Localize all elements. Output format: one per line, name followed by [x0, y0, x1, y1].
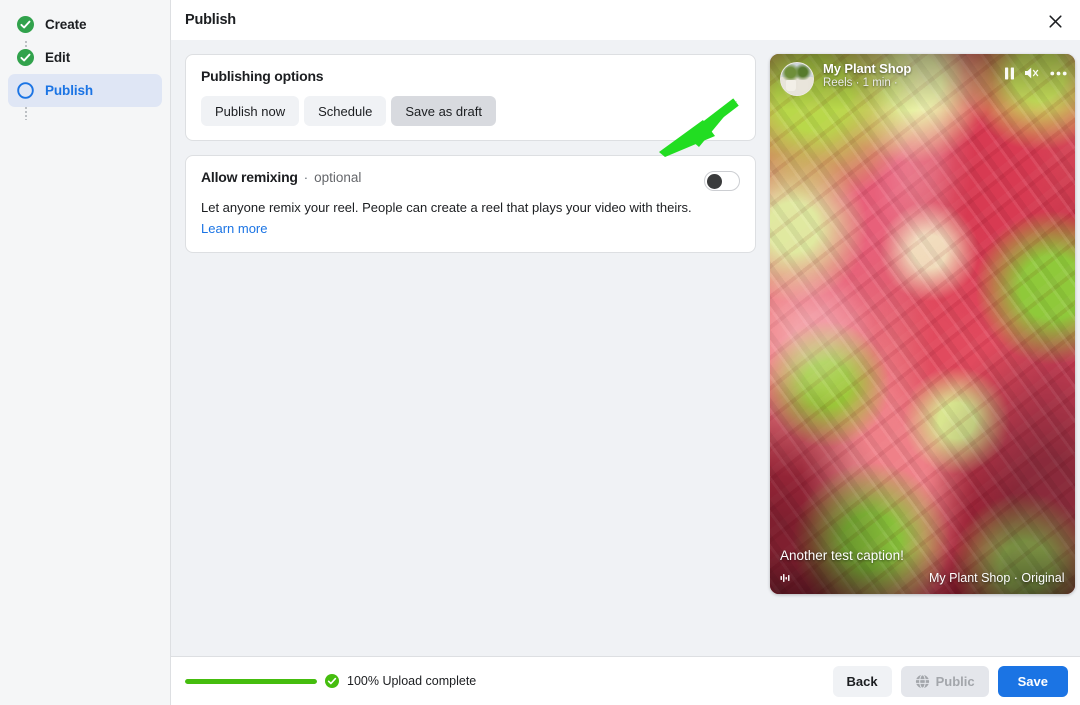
- pause-icon[interactable]: [1004, 67, 1015, 80]
- settings-column: Publishing options Publish now Schedule …: [185, 54, 756, 656]
- step-connector-icon: [25, 107, 27, 120]
- progress-bar-track: [185, 678, 317, 684]
- globe-icon: [915, 673, 930, 689]
- main-panel: Publish Publishing options Publish now S…: [171, 0, 1080, 705]
- page-title: Publish: [185, 12, 236, 28]
- sidebar-item-label: Create: [45, 17, 87, 32]
- audio-ticker-text: My Plant Shop · Original audio: [929, 571, 1065, 585]
- upload-status-text: 100% Upload complete: [347, 674, 477, 688]
- allow-remixing-description: Let anyone remix your reel. People can c…: [201, 200, 692, 215]
- volume-muted-icon[interactable]: [1024, 66, 1041, 80]
- avatar[interactable]: [780, 62, 814, 96]
- reel-preview[interactable]: My Plant Shop Reels · 1 min · Another te…: [770, 54, 1075, 594]
- circle-outline-icon: [17, 82, 34, 99]
- publishing-options-title: Publishing options: [201, 68, 324, 84]
- toggle-knob: [707, 174, 722, 189]
- learn-more-link[interactable]: Learn more: [201, 221, 267, 236]
- allow-remixing-toggle[interactable]: [704, 171, 740, 191]
- sidebar-item-label: Publish: [45, 83, 94, 98]
- schedule-button[interactable]: Schedule: [304, 96, 387, 126]
- publish-now-button[interactable]: Publish now: [201, 96, 300, 126]
- more-options-icon[interactable]: [1050, 71, 1067, 76]
- publish-dialog: Create Edit Publish Publish Publishing o…: [0, 0, 1080, 705]
- preview-controls: [1004, 62, 1067, 80]
- video-frame: [770, 54, 1075, 594]
- check-circle-icon: [325, 674, 339, 688]
- upload-progress: 100% Upload complete: [185, 674, 476, 688]
- sidebar-item-publish[interactable]: Publish: [8, 74, 162, 107]
- dialog-body: Publishing options Publish now Schedule …: [171, 40, 1080, 656]
- dialog-footer: 100% Upload complete Back Public Save: [171, 656, 1080, 705]
- optional-label: optional: [314, 170, 362, 185]
- save-as-draft-button[interactable]: Save as draft: [391, 96, 496, 126]
- allow-remixing-title: Allow remixing: [201, 169, 298, 185]
- audience-selector-button[interactable]: Public: [900, 665, 989, 697]
- music-note-icon: [780, 572, 793, 584]
- preview-header-overlay: My Plant Shop Reels · 1 min ·: [770, 54, 1075, 110]
- publishing-options-group: Publish now Schedule Save as draft: [201, 96, 740, 126]
- preview-footer-overlay: Another test caption! My Plant Shop · Or…: [770, 548, 1075, 594]
- sidebar-item-label: Edit: [45, 50, 71, 65]
- back-button[interactable]: Back: [832, 665, 892, 697]
- audio-ticker: My Plant Shop · Original audioMy Plant S…: [799, 569, 1065, 586]
- sidebar-item-edit[interactable]: Edit: [8, 41, 162, 120]
- check-circle-icon: [17, 49, 34, 66]
- audience-label: Public: [935, 673, 975, 689]
- preview-account-name: My Plant Shop: [823, 61, 912, 76]
- title-separator: ·: [303, 170, 309, 185]
- preview-column: My Plant Shop Reels · 1 min · Another te…: [770, 54, 1080, 656]
- allow-remixing-card: Allow remixing · optional Let anyone rem…: [185, 155, 756, 253]
- check-circle-icon: [17, 16, 34, 33]
- step-sidebar: Create Edit Publish: [0, 0, 171, 705]
- progress-bar-fill: [185, 678, 317, 684]
- save-button[interactable]: Save: [997, 665, 1068, 697]
- close-icon[interactable]: [1042, 8, 1068, 34]
- dialog-header: Publish: [171, 0, 1080, 40]
- publishing-options-card: Publishing options Publish now Schedule …: [185, 54, 756, 141]
- preview-meta: Reels · 1 min ·: [823, 77, 898, 89]
- sidebar-item-create[interactable]: Create: [8, 8, 162, 54]
- preview-caption: Another test caption!: [780, 548, 904, 563]
